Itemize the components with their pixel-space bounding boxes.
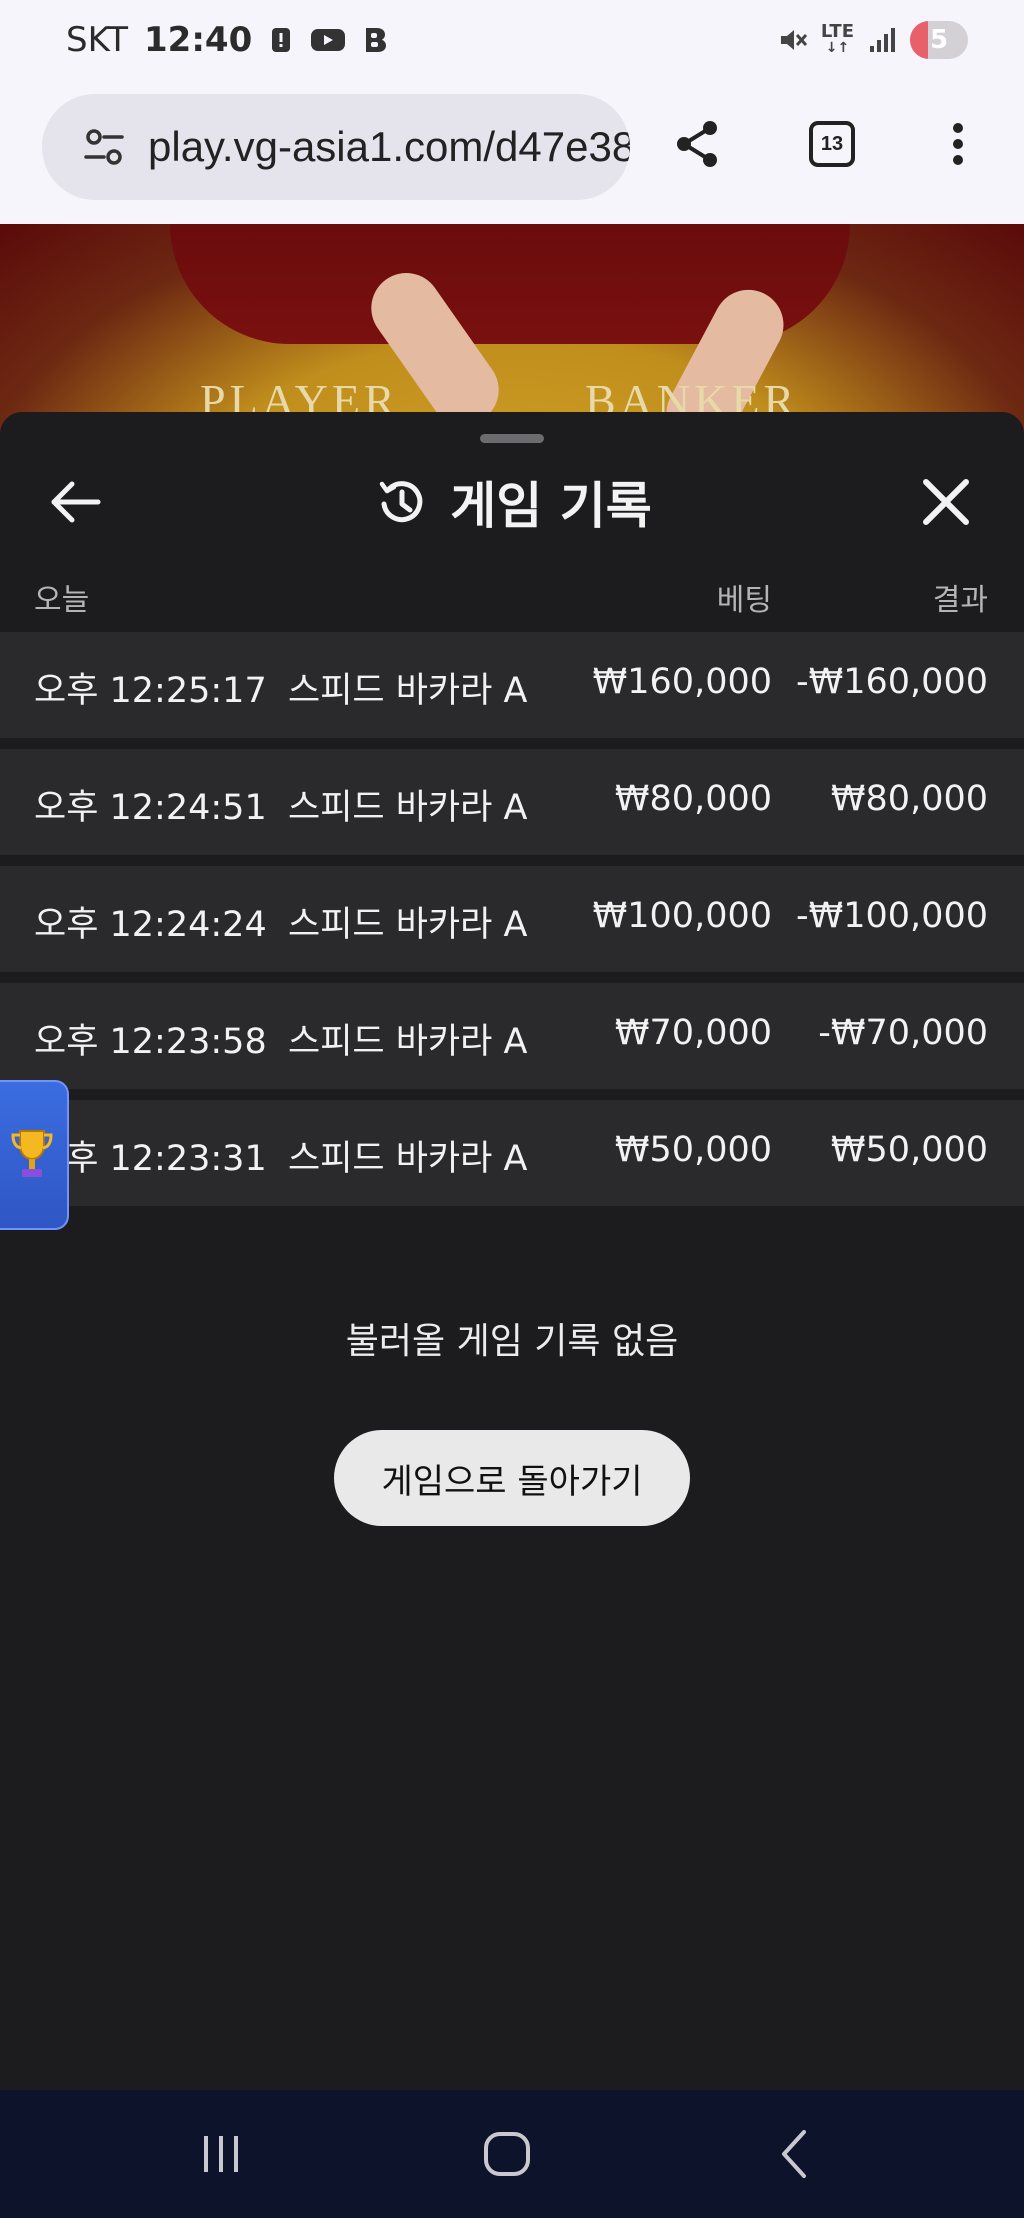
- signal-icon: [870, 28, 895, 52]
- system-nav-bar: [0, 2090, 1024, 2218]
- carrier-label: SKT: [66, 20, 129, 60]
- live-video-feed: PLAYER BANKER: [0, 224, 1024, 444]
- youtube-icon: [311, 29, 346, 51]
- row-result: -₩100,000: [796, 896, 988, 936]
- home-icon[interactable]: [472, 2124, 542, 2184]
- battery-icon: 5: [910, 21, 968, 59]
- status-left: SKT 12:40: [66, 16, 390, 64]
- mute-icon: [780, 30, 808, 50]
- clock: 12:40: [144, 20, 253, 60]
- tab-count: 13: [820, 132, 844, 155]
- more-menu-button[interactable]: [928, 114, 988, 174]
- row-time: 오후 12:24:24: [34, 905, 267, 945]
- game-history-sheet: 게임 기록 오늘 베팅 결과 오후 12:25:17 스피드 바카라 A ₩16…: [0, 412, 1024, 2090]
- more-vert-icon: [953, 123, 963, 165]
- share-icon: [677, 121, 717, 167]
- history-row[interactable]: 오후 12:25:17 스피드 바카라 A ₩160,000 -₩160,000: [0, 632, 1024, 738]
- drag-handle[interactable]: [480, 434, 544, 443]
- header-bet: 베팅: [716, 583, 772, 618]
- leaderboard-tab[interactable]: [0, 1080, 69, 1230]
- status-right: LTE ↓↑ 5: [777, 16, 968, 64]
- share-button[interactable]: [668, 114, 728, 174]
- row-time: 오후 12:24:51: [34, 788, 267, 828]
- history-row[interactable]: 오후 12:24:24 스피드 바카라 A ₩100,000 -₩100,000: [0, 866, 1024, 972]
- row-time: 오후 12:25:17: [34, 671, 267, 711]
- b-app-icon: [366, 28, 387, 52]
- close-icon[interactable]: [918, 474, 974, 530]
- tabs-icon: 13: [809, 121, 855, 167]
- row-bet: ₩70,000: [614, 1013, 772, 1053]
- network-label: LTE: [820, 21, 854, 42]
- url-text[interactable]: play.vg-asia1.com/d47e38: [148, 123, 630, 171]
- history-row[interactable]: 오후 12:23:31 스피드 바카라 A ₩50,000 ₩50,000: [0, 1100, 1024, 1206]
- back-to-game-button[interactable]: 게임으로 돌아가기: [334, 1430, 690, 1526]
- history-list: 오후 12:25:17 스피드 바카라 A ₩160,000 -₩160,000…: [0, 632, 1024, 1217]
- header-date: 오늘: [34, 583, 90, 618]
- row-game: 스피드 바카라 A: [288, 788, 528, 828]
- history-row[interactable]: 오후 12:23:58 스피드 바카라 A ₩70,000 -₩70,000: [0, 983, 1024, 1089]
- row-game: 스피드 바카라 A: [288, 1139, 528, 1179]
- sheet-title: 게임 기록: [450, 477, 652, 535]
- title-group: 게임 기록: [0, 470, 1024, 535]
- address-bar[interactable]: play.vg-asia1.com/d47e38: [42, 94, 630, 200]
- back-to-game-label: 게임으로 돌아가기: [381, 1461, 643, 1502]
- row-result: -₩160,000: [796, 662, 988, 702]
- recent-apps-icon[interactable]: [186, 2124, 256, 2184]
- trophy-icon: [10, 1130, 53, 1177]
- empty-history-message: 불러올 게임 기록 없음: [345, 1321, 679, 1362]
- row-time: 오후 12:23:58: [34, 1022, 267, 1062]
- row-bet: ₩80,000: [614, 779, 772, 819]
- row-result: ₩80,000: [830, 779, 988, 819]
- browser-toolbar: play.vg-asia1.com/d47e38 13: [0, 82, 1024, 224]
- row-result: ₩50,000: [830, 1130, 988, 1170]
- back-icon[interactable]: [760, 2124, 830, 2184]
- site-settings-icon[interactable]: [82, 125, 126, 169]
- row-result: -₩70,000: [818, 1013, 988, 1053]
- row-bet: ₩160,000: [592, 662, 772, 702]
- sheet-header: 게임 기록: [0, 452, 1024, 552]
- tabs-button[interactable]: 13: [802, 114, 862, 174]
- column-headers: 오늘 베팅 결과: [0, 567, 1024, 618]
- history-icon: [380, 481, 423, 523]
- row-game: 스피드 바카라 A: [288, 1022, 528, 1062]
- row-bet: ₩50,000: [614, 1130, 772, 1170]
- alert-icon: [272, 28, 291, 52]
- header-result: 결과: [932, 583, 988, 618]
- row-bet: ₩100,000: [592, 896, 772, 936]
- history-row[interactable]: 오후 12:24:51 스피드 바카라 A ₩80,000 ₩80,000: [0, 749, 1024, 855]
- row-game: 스피드 바카라 A: [288, 671, 528, 711]
- row-game: 스피드 바카라 A: [288, 905, 528, 945]
- status-bar: SKT 12:40 LTE ↓↑ 5: [0, 0, 1024, 82]
- lte-icon: LTE ↓↑: [820, 21, 854, 57]
- battery-level: 5: [929, 25, 949, 55]
